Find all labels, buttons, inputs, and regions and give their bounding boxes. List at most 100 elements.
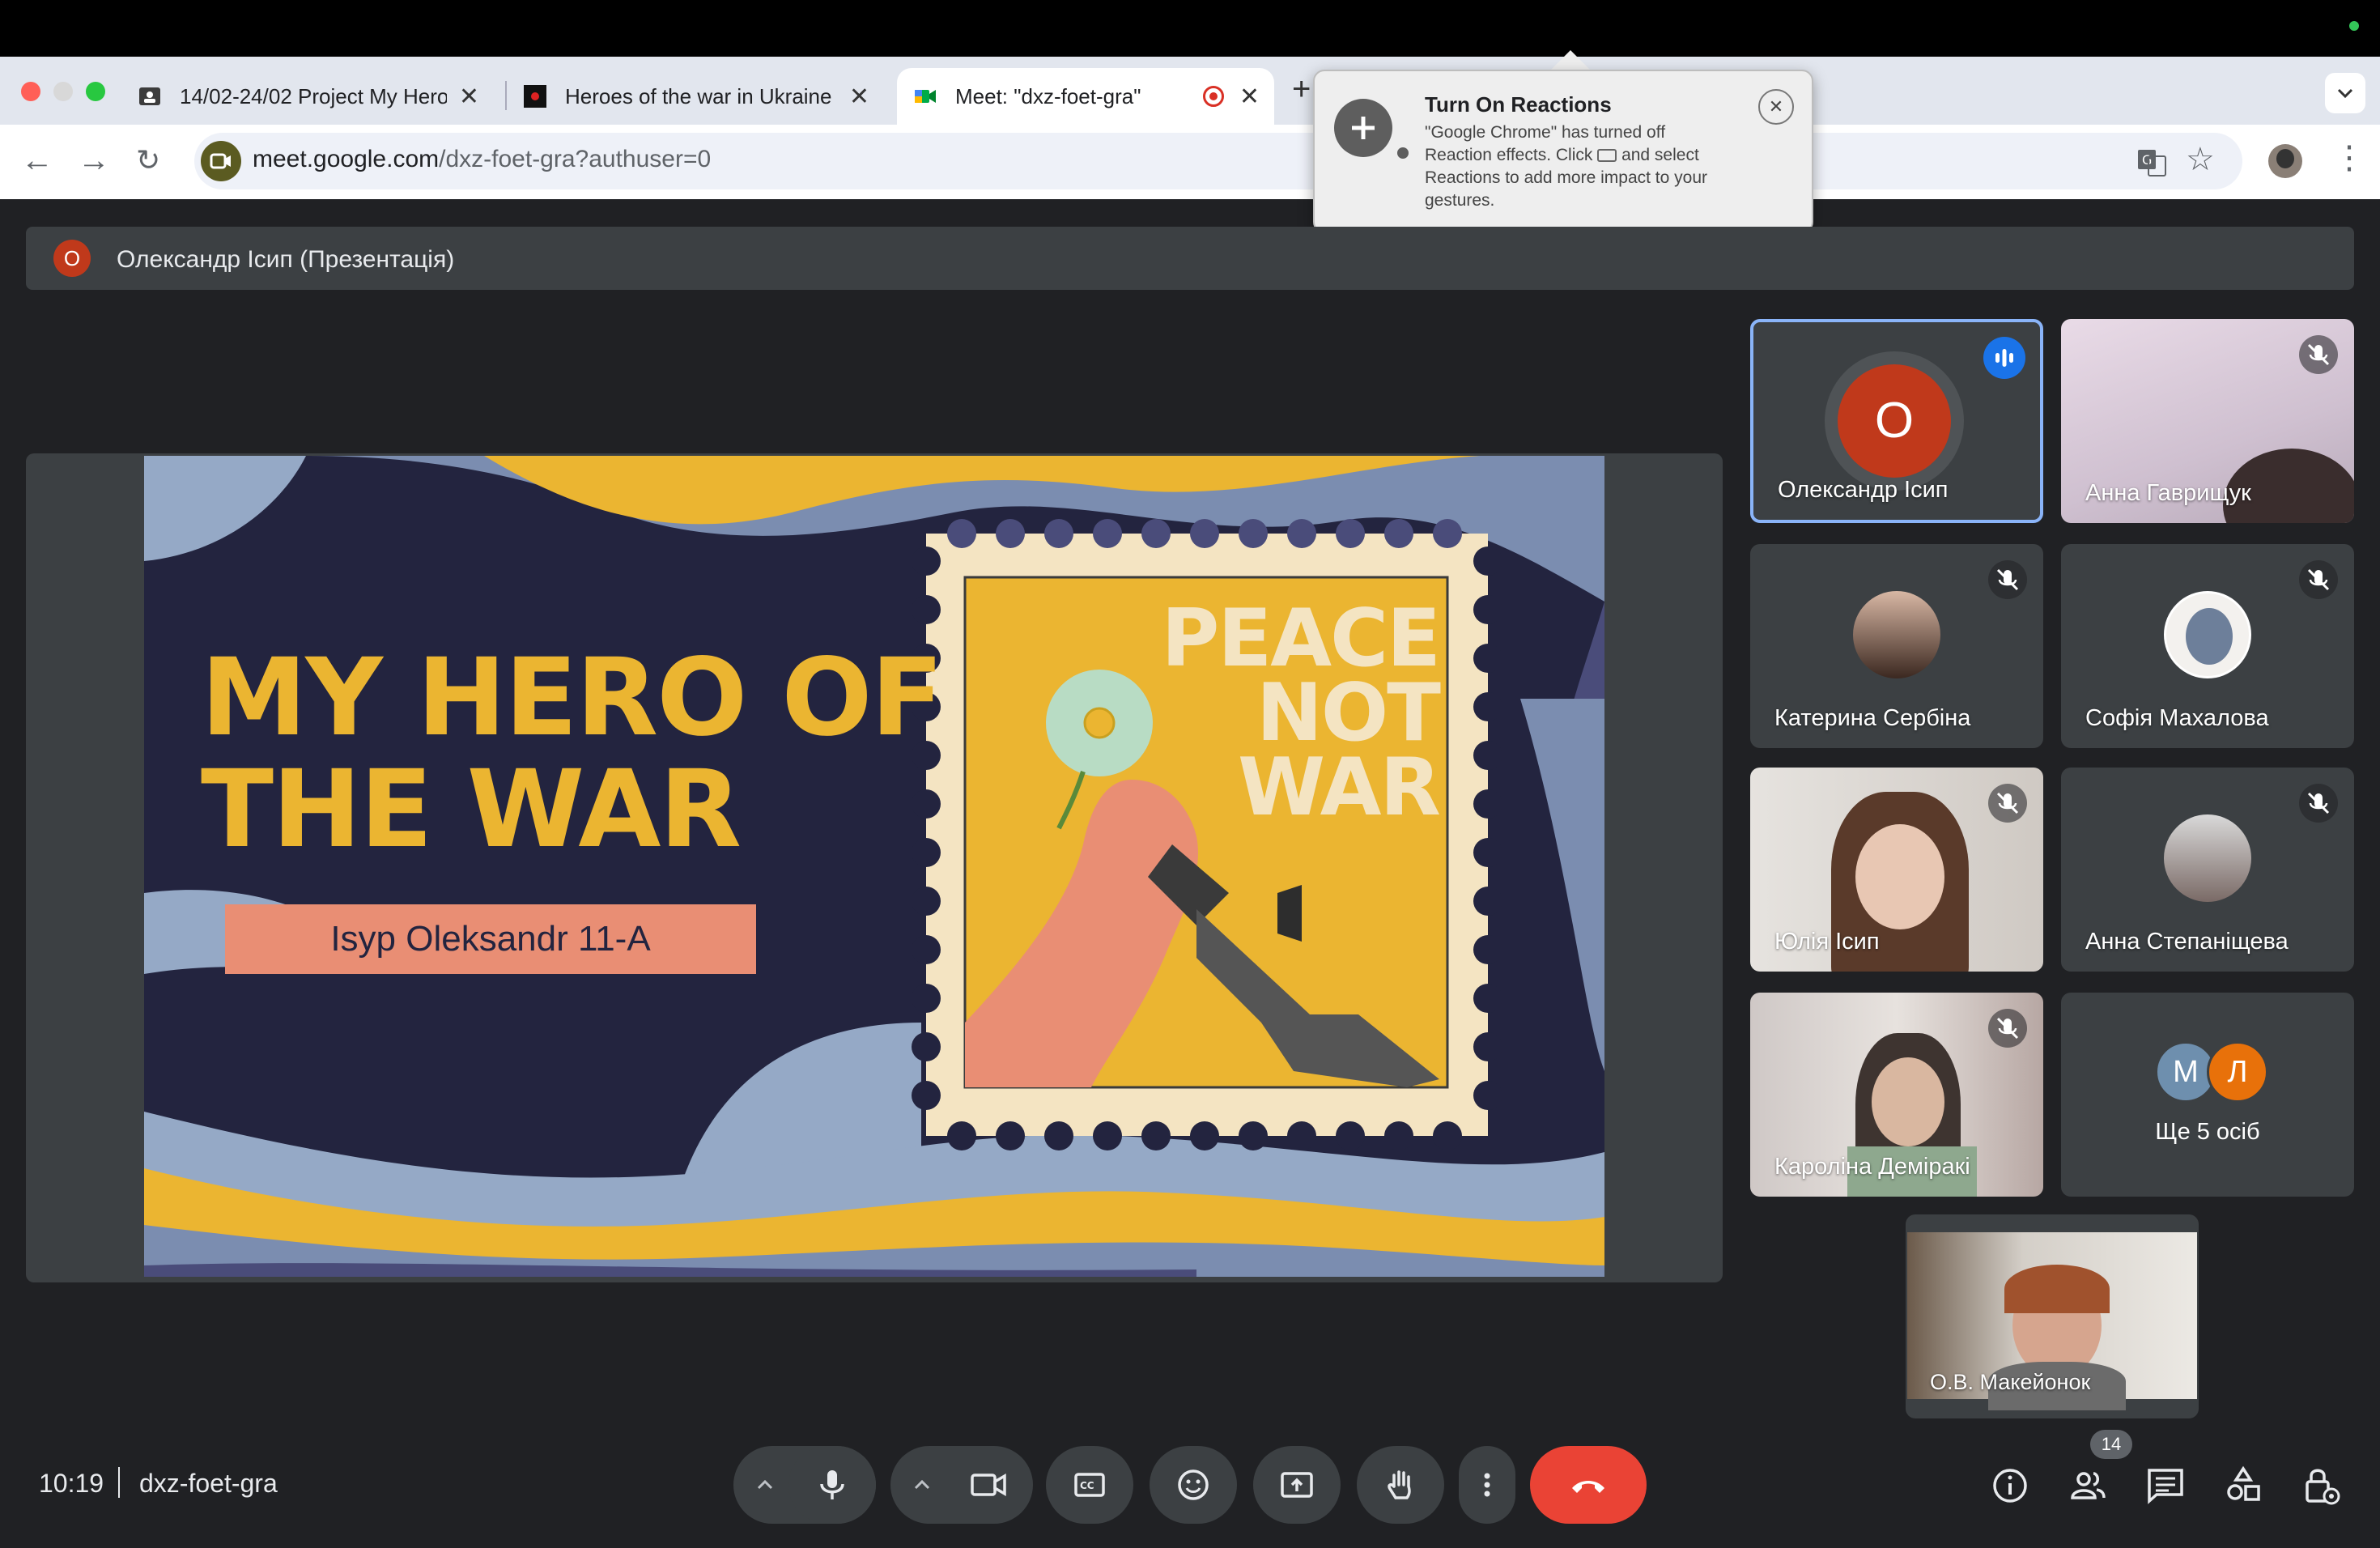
participant-tile[interactable]: Кароліна Деміракі [1750, 993, 2043, 1197]
host-controls-lock-icon[interactable] [2297, 1462, 2344, 1509]
slide-title-line: MY HERO OF [201, 636, 944, 760]
tab-title: Meet: "dxz-foet-gra" [955, 83, 1141, 108]
window-close-button[interactable] [21, 82, 40, 101]
participant-avatar: Л [2207, 1041, 2268, 1103]
browser-tab-project[interactable]: 14/02-24/02 Project My Hero ✕ [121, 68, 494, 125]
chevron-up-icon[interactable] [751, 1472, 779, 1499]
tab-title: Heroes of the war in Ukraine - [565, 83, 832, 108]
participant-name: Катерина Сербіна [1774, 705, 1971, 731]
browser-menu-icon[interactable]: ⋮ [2333, 139, 2365, 176]
tab-close-icon[interactable]: ✕ [459, 83, 479, 111]
more-participants-tile[interactable]: М Л Ще 5 осіб [2061, 993, 2354, 1197]
popup-body: "Google Chrome" has turned off Reaction … [1425, 121, 1773, 212]
popup-line: "Google Chrome" has turned off [1425, 123, 1666, 142]
browser-tab-meet[interactable]: Meet: "dxz-foet-gra" ✕ [897, 68, 1274, 125]
meeting-time: 10:19 [39, 1469, 104, 1498]
translate-icon[interactable]: G [2136, 146, 2168, 178]
participant-tile[interactable]: Анна Гаврищук [2061, 319, 2354, 523]
svg-text:CC: CC [1080, 1480, 1094, 1491]
tab-search-button[interactable] [2325, 73, 2365, 113]
video-feed-face [1855, 824, 1944, 929]
stamp-text: PEACE NOT WAR [1156, 599, 1441, 834]
presentation-slide: MY HERO OF THE WAR Isyp Oleksandr 11-A P… [144, 456, 1604, 1277]
meeting-code: dxz-foet-gra [139, 1469, 278, 1498]
camera-icon [971, 1473, 1006, 1497]
participant-avatar [2164, 591, 2251, 678]
mic-off-icon [2299, 560, 2338, 599]
speaking-indicator-icon [1983, 337, 2025, 379]
raise-hand-button[interactable] [1357, 1446, 1444, 1524]
profile-avatar[interactable] [2268, 144, 2302, 178]
popup-line-part: Reaction effects. Click [1425, 146, 1593, 164]
meeting-info-icon[interactable] [1987, 1462, 2034, 1509]
svg-text:G: G [2142, 152, 2152, 168]
tab-title: 14/02-24/02 Project My Hero [180, 83, 447, 108]
presenter-label: Олександр Ісип (Презентація) [117, 246, 455, 273]
new-tab-icon[interactable]: + [1292, 71, 1311, 108]
participant-avatar: О [1838, 364, 1951, 478]
macos-menu-bar [0, 0, 2380, 57]
chevron-up-icon[interactable] [908, 1472, 936, 1499]
participant-tile[interactable]: Анна Степаніщева [2061, 768, 2354, 972]
forward-arrow-icon[interactable]: → [78, 142, 110, 178]
popup-arrow [1549, 50, 1592, 71]
window-zoom-button[interactable] [86, 82, 105, 101]
camera-control-group [890, 1446, 1033, 1524]
closed-captions-icon: CC [1074, 1473, 1105, 1497]
window-minimize-button[interactable] [53, 82, 73, 101]
participant-name: Юлія Ісип [1774, 929, 1880, 955]
more-vert-icon [1484, 1473, 1490, 1497]
tab-close-icon[interactable]: ✕ [1239, 83, 1260, 111]
chevron-down-icon [2337, 88, 2353, 99]
emoji-icon [1178, 1469, 1209, 1500]
mic-off-icon [1988, 784, 2027, 823]
reactions-button[interactable] [1150, 1446, 1237, 1524]
url-text: meet.google.com/dxz-foet-gra?authuser=0 [253, 146, 711, 173]
mic-off-icon [1988, 560, 2027, 599]
site-info-icon[interactable] [201, 141, 241, 181]
participant-name: Олександр Ісип [1778, 477, 1949, 503]
participant-name: Кароліна Деміракі [1774, 1154, 1970, 1180]
video-favicon-icon [524, 85, 546, 108]
slides-favicon-icon [139, 87, 160, 105]
presenter-bar: О Олександр Ісип (Презентація) [26, 227, 2354, 290]
mic-off-icon [2299, 335, 2338, 374]
camera-button[interactable] [946, 1446, 1033, 1524]
participant-tile[interactable]: Юлія Ісип [1750, 768, 2043, 972]
self-view-tile[interactable]: О.В. Макейонок [1906, 1214, 2199, 1418]
present-button[interactable] [1253, 1446, 1341, 1524]
reactions-plus-icon [1334, 99, 1392, 157]
participant-avatar [1853, 591, 1940, 678]
back-arrow-icon[interactable]: ← [21, 142, 53, 178]
mic-off-icon [1988, 1009, 2027, 1048]
video-icon [1597, 149, 1617, 162]
slide-title: MY HERO OF THE WAR [201, 636, 944, 865]
participant-tile[interactable]: Катерина Сербіна [1750, 544, 2043, 748]
participant-tile[interactable]: О Олександр Ісип [1750, 319, 2043, 523]
activities-icon[interactable] [2220, 1462, 2267, 1509]
reload-icon[interactable]: ↻ [136, 142, 160, 178]
bookmark-star-icon[interactable]: ☆ [2186, 141, 2215, 178]
tab-close-icon[interactable]: ✕ [849, 83, 869, 111]
leave-call-button[interactable] [1530, 1446, 1647, 1524]
participant-name: Анна Гаврищук [2085, 480, 2251, 506]
present-screen-icon [1281, 1472, 1313, 1498]
popup-line: Reaction effects. Click and select [1425, 144, 1773, 167]
popup-title: Turn On Reactions [1425, 92, 1612, 117]
google-meet-favicon-icon [915, 90, 936, 103]
microphone-button[interactable] [788, 1446, 876, 1524]
badge-dot [1397, 147, 1409, 159]
camera-icon [210, 153, 231, 169]
captions-button[interactable]: CC [1046, 1446, 1133, 1524]
popup-line-part: and select [1621, 146, 1699, 164]
popup-close-icon[interactable]: ✕ [1758, 89, 1794, 125]
reactions-notification[interactable]: Turn On Reactions "Google Chrome" has tu… [1313, 70, 1813, 233]
browser-tab-heroes[interactable]: Heroes of the war in Ukraine - ✕ [507, 68, 884, 125]
popup-line: gestures. [1425, 191, 1495, 210]
more-options-button[interactable] [1459, 1446, 1515, 1524]
participant-avatar [2164, 814, 2251, 902]
participant-tile[interactable]: Софія Махалова [2061, 544, 2354, 748]
stamp-text-line: WAR [1237, 742, 1441, 834]
chat-icon[interactable] [2142, 1462, 2189, 1509]
people-icon[interactable] [2064, 1462, 2111, 1509]
